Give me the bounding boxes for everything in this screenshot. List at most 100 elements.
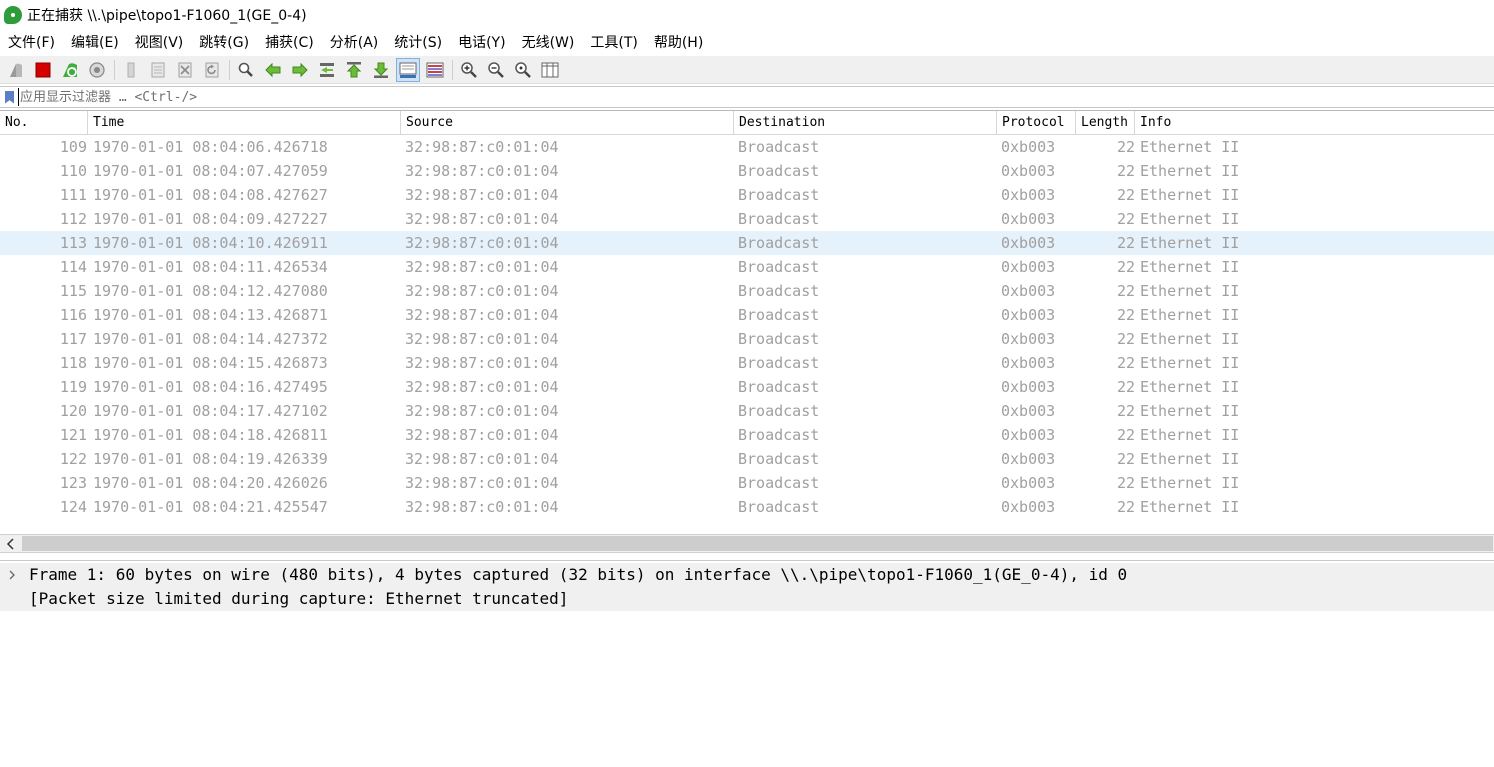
table-row[interactable]: 121 1970-01-01 08:04:18.426811 32:98:87:c0… bbox=[0, 423, 1494, 447]
column-header-length[interactable]: Length bbox=[1076, 111, 1135, 134]
column-header-source[interactable]: Source bbox=[401, 111, 734, 134]
stop-capture-button[interactable] bbox=[31, 58, 55, 82]
cell-protocol: 0xb003 bbox=[1001, 330, 1056, 348]
filter-bookmark-icon[interactable] bbox=[5, 90, 14, 104]
table-row[interactable]: 111 1970-01-01 08:04:08.427627 32:98:87:c0… bbox=[0, 183, 1494, 207]
column-header-protocol[interactable]: Protocol bbox=[997, 111, 1076, 134]
go-to-packet-icon bbox=[320, 62, 334, 77]
cell-destination: Broadcast bbox=[738, 186, 820, 204]
restart-capture-button[interactable] bbox=[58, 58, 82, 82]
zoom-out-button[interactable] bbox=[484, 58, 508, 82]
cell-info: Ethernet II bbox=[1140, 498, 1240, 516]
table-row[interactable]: 123 1970-01-01 08:04:20.426026 32:98:87:c0… bbox=[0, 471, 1494, 495]
scroll-left-button[interactable] bbox=[0, 535, 22, 552]
cell-protocol: 0xb003 bbox=[1001, 282, 1056, 300]
cell-destination: Broadcast bbox=[738, 354, 820, 372]
menu-statistics[interactable]: 统计(S) bbox=[386, 32, 450, 52]
cell-source: 32:98:87:c0:01:04 bbox=[405, 186, 559, 204]
cell-destination: Broadcast bbox=[738, 378, 820, 396]
table-row[interactable]: 122 1970-01-01 08:04:19.426339 32:98:87:c0… bbox=[0, 447, 1494, 471]
menu-help[interactable]: 帮助(H) bbox=[646, 32, 711, 52]
menu-wireless[interactable]: 无线(W) bbox=[514, 32, 583, 52]
capture-options-button[interactable] bbox=[85, 58, 109, 82]
go-to-packet-button[interactable] bbox=[315, 58, 339, 82]
table-row[interactable]: 113 1970-01-01 08:04:10.426911 32:98:87:c0… bbox=[0, 231, 1494, 255]
table-row[interactable]: 112 1970-01-01 08:04:09.427227 32:98:87:c0… bbox=[0, 207, 1494, 231]
cell-time: 1970-01-01 08:04:15.426873 bbox=[93, 354, 328, 372]
expand-arrow[interactable] bbox=[8, 565, 20, 585]
toolbar-separator bbox=[452, 59, 453, 80]
column-header-info[interactable]: Info bbox=[1135, 111, 1494, 134]
table-row[interactable]: 110 1970-01-01 08:04:07.427059 32:98:87:c0… bbox=[0, 159, 1494, 183]
colorize-icon bbox=[426, 62, 444, 77]
menu-view[interactable]: 视图(V) bbox=[127, 32, 192, 52]
reload-file-button[interactable] bbox=[200, 58, 224, 82]
go-forward-button[interactable] bbox=[288, 58, 312, 82]
cell-source: 32:98:87:c0:01:04 bbox=[405, 402, 559, 420]
resize-columns-button[interactable] bbox=[538, 58, 562, 82]
menu-telephony[interactable]: 电话(Y) bbox=[450, 32, 513, 52]
cell-length: 22 bbox=[1116, 306, 1135, 324]
cell-length: 22 bbox=[1116, 498, 1135, 516]
column-header-destination[interactable]: Destination bbox=[734, 111, 997, 134]
save-file-button[interactable] bbox=[146, 58, 170, 82]
table-row[interactable]: 116 1970-01-01 08:04:13.426871 32:98:87:c0… bbox=[0, 303, 1494, 327]
cell-time: 1970-01-01 08:04:13.426871 bbox=[93, 306, 328, 324]
cell-destination: Broadcast bbox=[738, 426, 820, 444]
table-row[interactable]: 118 1970-01-01 08:04:15.426873 32:98:87:c0… bbox=[0, 351, 1494, 375]
table-row[interactable]: 124 1970-01-01 08:04:21.425547 32:98:87:c0… bbox=[0, 495, 1494, 519]
cell-no: 122 bbox=[59, 450, 87, 468]
column-header-no[interactable]: No. bbox=[0, 111, 88, 134]
cell-time: 1970-01-01 08:04:19.426339 bbox=[93, 450, 328, 468]
cell-destination: Broadcast bbox=[738, 210, 820, 228]
find-packet-button[interactable] bbox=[234, 58, 258, 82]
menu-file[interactable]: 文件(F) bbox=[0, 32, 63, 52]
first-packet-button[interactable] bbox=[342, 58, 366, 82]
cell-protocol: 0xb003 bbox=[1001, 162, 1056, 180]
cell-info: Ethernet II bbox=[1140, 138, 1240, 156]
table-row[interactable]: 120 1970-01-01 08:04:17.427102 32:98:87:c0… bbox=[0, 399, 1494, 423]
colorize-button[interactable] bbox=[423, 58, 447, 82]
display-filter-input[interactable] bbox=[18, 88, 1494, 106]
menu-capture[interactable]: 捕获(C) bbox=[257, 32, 322, 52]
menu-tools[interactable]: 工具(T) bbox=[582, 32, 645, 52]
zoom-in-button[interactable] bbox=[457, 58, 481, 82]
table-row[interactable]: 109 1970-01-01 08:04:06.426718 32:98:87:c0… bbox=[0, 135, 1494, 159]
menu-go[interactable]: 跳转(G) bbox=[191, 32, 257, 52]
table-row[interactable]: 115 1970-01-01 08:04:12.427080 32:98:87:c0… bbox=[0, 279, 1494, 303]
auto-scroll-button[interactable] bbox=[396, 57, 420, 82]
go-back-button[interactable] bbox=[261, 58, 285, 82]
cell-no: 117 bbox=[59, 330, 87, 348]
truncation-note-line[interactable]: [Packet size limited during capture: Eth… bbox=[29, 587, 568, 611]
cell-source: 32:98:87:c0:01:04 bbox=[405, 258, 559, 276]
frame-summary-line[interactable]: Frame 1: 60 bytes on wire (480 bits), 4 … bbox=[29, 563, 1127, 587]
cell-length: 22 bbox=[1116, 426, 1135, 444]
cell-no: 114 bbox=[59, 258, 87, 276]
cell-protocol: 0xb003 bbox=[1001, 450, 1056, 468]
cell-info: Ethernet II bbox=[1140, 330, 1240, 348]
cell-destination: Broadcast bbox=[738, 450, 820, 468]
packet-list-hscrollbar[interactable] bbox=[0, 534, 1494, 553]
cell-source: 32:98:87:c0:01:04 bbox=[405, 162, 559, 180]
cell-info: Ethernet II bbox=[1140, 402, 1240, 420]
menu-edit[interactable]: 编辑(E) bbox=[63, 32, 127, 52]
cell-protocol: 0xb003 bbox=[1001, 426, 1056, 444]
column-header-time[interactable]: Time bbox=[88, 111, 401, 134]
start-capture-button[interactable] bbox=[4, 58, 28, 82]
cell-time: 1970-01-01 08:04:08.427627 bbox=[93, 186, 328, 204]
table-row[interactable]: 119 1970-01-01 08:04:16.427495 32:98:87:c0… bbox=[0, 375, 1494, 399]
resize-columns-icon bbox=[541, 62, 559, 77]
menu-analyze[interactable]: 分析(A) bbox=[322, 32, 387, 52]
cell-source: 32:98:87:c0:01:04 bbox=[405, 498, 559, 516]
close-file-button[interactable] bbox=[173, 58, 197, 82]
cell-source: 32:98:87:c0:01:04 bbox=[405, 234, 559, 252]
packet-rows: 109 1970-01-01 08:04:06.426718 32:98:87:c0… bbox=[0, 135, 1494, 519]
normal-size-button[interactable] bbox=[511, 58, 535, 82]
table-row[interactable]: 117 1970-01-01 08:04:14.427372 32:98:87:c0… bbox=[0, 327, 1494, 351]
last-packet-button[interactable] bbox=[369, 58, 393, 82]
scroll-thumb[interactable] bbox=[22, 536, 1493, 551]
open-file-button[interactable] bbox=[119, 58, 143, 82]
table-row[interactable]: 114 1970-01-01 08:04:11.426534 32:98:87:c0… bbox=[0, 255, 1494, 279]
cell-no: 124 bbox=[59, 498, 87, 516]
frame-tree-item[interactable]: Frame 1: 60 bytes on wire (480 bits), 4 … bbox=[0, 563, 1494, 611]
